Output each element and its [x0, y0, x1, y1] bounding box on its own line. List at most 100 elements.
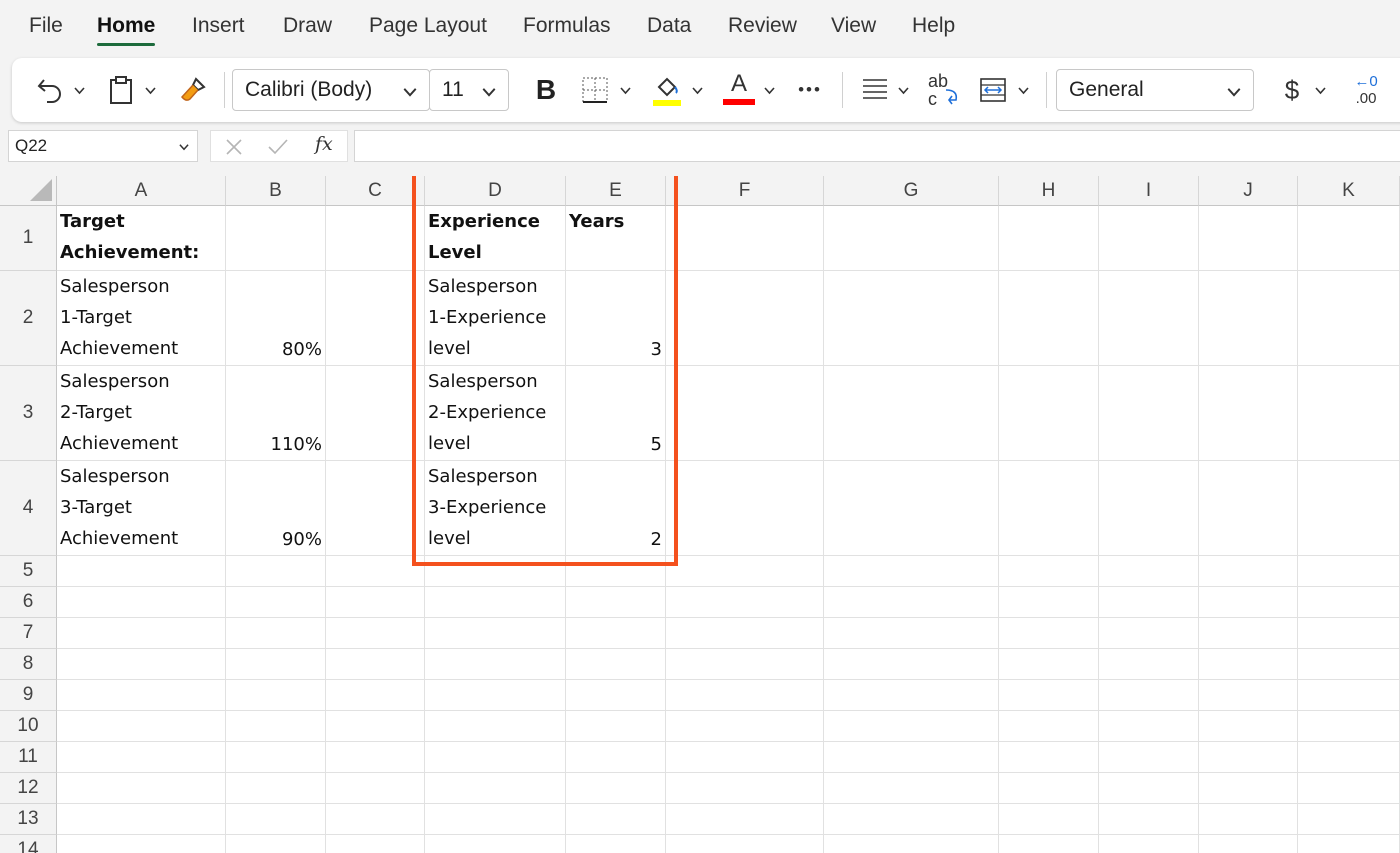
- cell-b6[interactable]: [226, 587, 326, 618]
- cell-e11[interactable]: [566, 742, 666, 773]
- tab-view[interactable]: View: [831, 14, 876, 38]
- cell-c13[interactable]: [326, 804, 425, 835]
- cell-g5[interactable]: [824, 556, 999, 587]
- row-header-13[interactable]: 13: [0, 804, 57, 835]
- cell-d13[interactable]: [425, 804, 566, 835]
- align-button[interactable]: [858, 74, 892, 106]
- row-header-3[interactable]: 3: [0, 366, 57, 461]
- cell-e3[interactable]: 5: [566, 366, 666, 461]
- cell-a13[interactable]: [57, 804, 226, 835]
- cell-i9[interactable]: [1099, 680, 1199, 711]
- cell-f11[interactable]: [666, 742, 824, 773]
- cell-h8[interactable]: [999, 649, 1099, 680]
- cell-b11[interactable]: [226, 742, 326, 773]
- cell-c10[interactable]: [326, 711, 425, 742]
- column-header-f[interactable]: F: [666, 176, 824, 206]
- merge-center-button[interactable]: [976, 74, 1010, 106]
- paste-button[interactable]: [104, 74, 138, 106]
- cell-h7[interactable]: [999, 618, 1099, 649]
- cell-a2[interactable]: Salesperson 1-Target Achievement: [57, 271, 226, 366]
- cell-d3[interactable]: Salesperson 2-Experience level: [425, 366, 566, 461]
- cell-k12[interactable]: [1298, 773, 1400, 804]
- cell-g11[interactable]: [824, 742, 999, 773]
- cell-a6[interactable]: [57, 587, 226, 618]
- cell-b12[interactable]: [226, 773, 326, 804]
- cell-h10[interactable]: [999, 711, 1099, 742]
- currency-button[interactable]: $: [1278, 72, 1306, 108]
- cell-d11[interactable]: [425, 742, 566, 773]
- bold-button[interactable]: B: [530, 72, 562, 108]
- fill-color-button[interactable]: [650, 72, 684, 108]
- cell-c1[interactable]: [326, 206, 425, 271]
- cell-b3[interactable]: 110%: [226, 366, 326, 461]
- merge-dropdown-chevron-icon[interactable]: [1018, 85, 1029, 96]
- row-header-6[interactable]: 6: [0, 587, 57, 618]
- cell-i5[interactable]: [1099, 556, 1199, 587]
- column-header-k[interactable]: K: [1298, 176, 1400, 206]
- cell-d14[interactable]: [425, 835, 566, 853]
- cell-j2[interactable]: [1199, 271, 1298, 366]
- name-box[interactable]: Q22: [8, 130, 198, 162]
- tab-draw[interactable]: Draw: [283, 14, 332, 38]
- cell-k10[interactable]: [1298, 711, 1400, 742]
- cell-i2[interactable]: [1099, 271, 1199, 366]
- row-header-14[interactable]: 14: [0, 835, 57, 853]
- cell-i7[interactable]: [1099, 618, 1199, 649]
- cell-b7[interactable]: [226, 618, 326, 649]
- row-header-4[interactable]: 4: [0, 461, 57, 556]
- cell-h1[interactable]: [999, 206, 1099, 271]
- cell-k5[interactable]: [1298, 556, 1400, 587]
- cell-j1[interactable]: [1199, 206, 1298, 271]
- cell-c6[interactable]: [326, 587, 425, 618]
- tab-file[interactable]: File: [29, 14, 63, 38]
- cell-j9[interactable]: [1199, 680, 1298, 711]
- cell-e14[interactable]: [566, 835, 666, 853]
- cell-e9[interactable]: [566, 680, 666, 711]
- cell-e6[interactable]: [566, 587, 666, 618]
- cell-h6[interactable]: [999, 587, 1099, 618]
- cell-c4[interactable]: [326, 461, 425, 556]
- cell-j5[interactable]: [1199, 556, 1298, 587]
- cell-j7[interactable]: [1199, 618, 1298, 649]
- cell-j8[interactable]: [1199, 649, 1298, 680]
- fill-color-dropdown-chevron-icon[interactable]: [692, 85, 703, 96]
- cell-g9[interactable]: [824, 680, 999, 711]
- cell-g7[interactable]: [824, 618, 999, 649]
- tab-insert[interactable]: Insert: [192, 14, 245, 38]
- cell-h14[interactable]: [999, 835, 1099, 853]
- cell-f6[interactable]: [666, 587, 824, 618]
- tab-review[interactable]: Review: [728, 14, 797, 38]
- cell-j4[interactable]: [1199, 461, 1298, 556]
- cell-e8[interactable]: [566, 649, 666, 680]
- row-header-9[interactable]: 9: [0, 680, 57, 711]
- cell-f13[interactable]: [666, 804, 824, 835]
- row-header-12[interactable]: 12: [0, 773, 57, 804]
- font-name-dropdown[interactable]: Calibri (Body): [232, 69, 430, 111]
- cell-d12[interactable]: [425, 773, 566, 804]
- format-painter-button[interactable]: [176, 74, 210, 106]
- cell-j14[interactable]: [1199, 835, 1298, 853]
- cell-g4[interactable]: [824, 461, 999, 556]
- cell-g8[interactable]: [824, 649, 999, 680]
- cell-a5[interactable]: [57, 556, 226, 587]
- cell-h3[interactable]: [999, 366, 1099, 461]
- cell-e12[interactable]: [566, 773, 666, 804]
- cell-h4[interactable]: [999, 461, 1099, 556]
- cell-a8[interactable]: [57, 649, 226, 680]
- select-all-corner[interactable]: [0, 176, 57, 206]
- cell-i13[interactable]: [1099, 804, 1199, 835]
- cell-k8[interactable]: [1298, 649, 1400, 680]
- insert-function-button[interactable]: fx: [315, 133, 333, 155]
- increase-decimal-button[interactable]: ←0 .00: [1346, 70, 1386, 110]
- cell-h2[interactable]: [999, 271, 1099, 366]
- cell-i4[interactable]: [1099, 461, 1199, 556]
- cell-j11[interactable]: [1199, 742, 1298, 773]
- cell-c12[interactable]: [326, 773, 425, 804]
- cell-d2[interactable]: Salesperson 1-Experience level: [425, 271, 566, 366]
- cell-j10[interactable]: [1199, 711, 1298, 742]
- cell-b2[interactable]: 80%: [226, 271, 326, 366]
- cell-i11[interactable]: [1099, 742, 1199, 773]
- font-color-dropdown-chevron-icon[interactable]: [764, 85, 775, 96]
- cell-h5[interactable]: [999, 556, 1099, 587]
- cell-e5[interactable]: [566, 556, 666, 587]
